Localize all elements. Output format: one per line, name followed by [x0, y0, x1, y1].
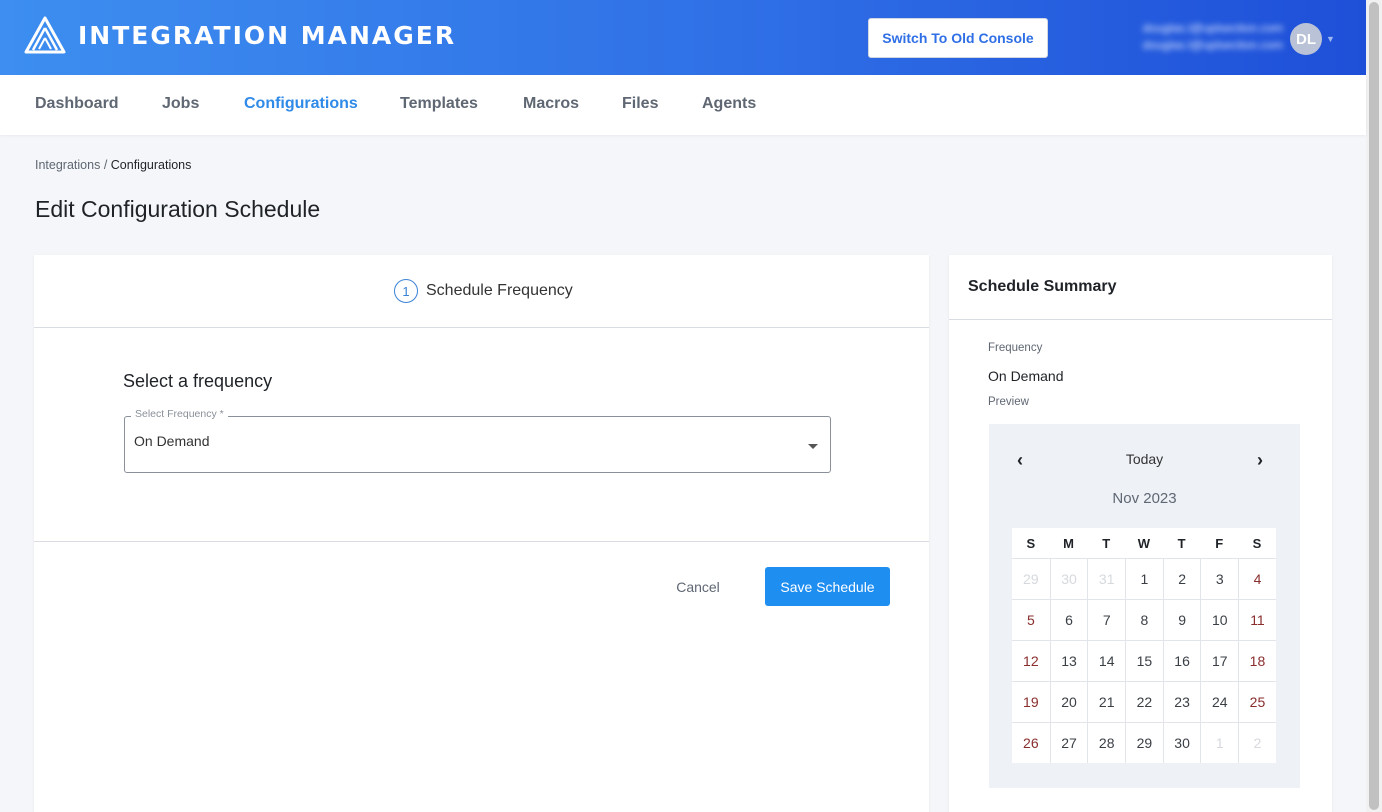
calendar-day[interactable]: 2: [1238, 722, 1276, 763]
schedule-form-card: 1 Schedule Frequency Select a frequency …: [34, 255, 929, 812]
breadcrumb-current: Configurations: [110, 158, 192, 172]
calendar-day[interactable]: 16: [1162, 640, 1201, 681]
calendar-day[interactable]: 7: [1087, 599, 1126, 640]
calendar-day[interactable]: 29: [1012, 558, 1050, 599]
calendar-day[interactable]: 30: [1162, 722, 1201, 763]
calendar-day[interactable]: 6: [1049, 599, 1088, 640]
calendar-day[interactable]: 9: [1162, 599, 1201, 640]
calendar-day[interactable]: 21: [1087, 681, 1126, 722]
save-schedule-button[interactable]: Save Schedule: [765, 567, 890, 606]
calendar-day[interactable]: 20: [1049, 681, 1088, 722]
avatar[interactable]: DL: [1290, 23, 1322, 55]
section-title: Select a frequency: [123, 371, 273, 391]
summary-title: Schedule Summary: [968, 278, 1117, 295]
calendar-day[interactable]: 15: [1125, 640, 1163, 681]
scrollbar-thumb[interactable]: [1369, 2, 1379, 810]
calendar-preview: ‹ Today › Nov 2023 S M T W T F S 29 30 3…: [989, 424, 1300, 788]
breadcrumb: Integrations / Configurations: [35, 158, 191, 172]
step-number: 1: [394, 279, 418, 303]
calendar-grid: S M T W T F S 29 30 31 1 2 3 4 5 6 7 8 9…: [1012, 528, 1276, 763]
breadcrumb-separator: /: [103, 158, 108, 172]
nav-item-macros[interactable]: Macros: [523, 95, 579, 113]
frequency-value: On Demand: [988, 368, 1064, 384]
calendar-day[interactable]: 22: [1125, 681, 1163, 722]
nav-item-dashboard[interactable]: Dashboard: [35, 95, 119, 113]
main-nav: Dashboard Jobs Configurations Templates …: [0, 75, 1366, 135]
calendar-day[interactable]: 25: [1238, 681, 1276, 722]
calendar-day[interactable]: 26: [1012, 722, 1050, 763]
weekday-label: T: [1102, 535, 1111, 551]
calendar-week-row: 5 6 7 8 9 10 11: [1012, 599, 1276, 640]
calendar-day[interactable]: 2: [1162, 558, 1201, 599]
breadcrumb-integrations[interactable]: Integrations: [35, 158, 100, 172]
calendar-day[interactable]: 31: [1087, 558, 1126, 599]
calendar-day[interactable]: 17: [1200, 640, 1239, 681]
weekday-label: S: [1026, 535, 1036, 551]
stepper: 1 Schedule Frequency: [394, 279, 573, 303]
caret-down-icon: [808, 444, 818, 449]
calendar-day[interactable]: 4: [1238, 558, 1276, 599]
preview-label: Preview: [988, 396, 1029, 408]
chevron-right-icon[interactable]: ›: [1257, 450, 1263, 471]
weekday-label: T: [1177, 535, 1186, 551]
user-info: douglas.l@uplsection.com douglas.l@uplse…: [1108, 20, 1283, 54]
frequency-select[interactable]: Select Frequency * On Demand: [124, 408, 831, 473]
frequency-label: Frequency: [988, 342, 1043, 354]
calendar-day[interactable]: 18: [1238, 640, 1276, 681]
cancel-button[interactable]: Cancel: [664, 575, 732, 599]
weekday-label: M: [1063, 535, 1074, 551]
calendar-day[interactable]: 3: [1200, 558, 1239, 599]
weekday-label: W: [1137, 535, 1151, 551]
calendar-day[interactable]: 10: [1200, 599, 1239, 640]
page-title: Edit Configuration Schedule: [35, 196, 321, 222]
calendar-day[interactable]: 24: [1200, 681, 1239, 722]
calendar-week-row: 19 20 21 22 23 24 25: [1012, 681, 1276, 722]
app-logo[interactable]: INTEGRATION MANAGER: [24, 16, 456, 54]
calendar-month-label: Nov 2023: [1112, 490, 1177, 507]
calendar-day[interactable]: 13: [1049, 640, 1088, 681]
nav-item-jobs[interactable]: Jobs: [162, 95, 199, 113]
switch-old-console-button[interactable]: Switch To Old Console: [868, 18, 1048, 58]
schedule-summary-card: Schedule Summary Frequency On Demand Pre…: [949, 255, 1332, 812]
calendar-day[interactable]: 30: [1049, 558, 1088, 599]
app-header: INTEGRATION MANAGER Switch To Old Consol…: [0, 0, 1366, 75]
calendar-day[interactable]: 14: [1087, 640, 1126, 681]
divider: [34, 541, 929, 542]
logo-icon: [24, 16, 66, 54]
calendar-week-row: 26 27 28 29 30 1 2: [1012, 722, 1276, 763]
calendar-weekday-row: S M T W T F S: [1012, 528, 1276, 558]
nav-item-configurations[interactable]: Configurations: [244, 95, 358, 113]
calendar-day[interactable]: 1: [1125, 558, 1163, 599]
app-name: INTEGRATION MANAGER: [78, 20, 457, 50]
calendar-day[interactable]: 29: [1125, 722, 1163, 763]
calendar-day[interactable]: 8: [1125, 599, 1163, 640]
calendar-day[interactable]: 19: [1012, 681, 1050, 722]
divider: [949, 319, 1332, 320]
weekday-label: S: [1252, 535, 1262, 551]
calendar-day[interactable]: 23: [1162, 681, 1201, 722]
chevron-down-icon[interactable]: ▼: [1326, 34, 1335, 44]
calendar-week-row: 12 13 14 15 16 17 18: [1012, 640, 1276, 681]
calendar-day[interactable]: 12: [1012, 640, 1050, 681]
calendar-day[interactable]: 28: [1087, 722, 1126, 763]
frequency-select-label: Select Frequency *: [131, 408, 228, 420]
calendar-day[interactable]: 1: [1200, 722, 1239, 763]
calendar-day[interactable]: 11: [1238, 599, 1276, 640]
weekday-label: F: [1215, 535, 1224, 551]
frequency-select-value: On Demand: [134, 433, 210, 449]
step-label: Schedule Frequency: [426, 282, 573, 299]
user-email: douglas.l@uplsection.com: [1142, 38, 1283, 52]
calendar-today-button[interactable]: Today: [989, 451, 1300, 467]
calendar-day[interactable]: 27: [1049, 722, 1088, 763]
calendar-week-row: 29 30 31 1 2 3 4: [1012, 558, 1276, 599]
nav-item-files[interactable]: Files: [622, 95, 658, 113]
user-name: douglas.l@uplsection.com: [1142, 21, 1283, 35]
nav-item-templates[interactable]: Templates: [400, 95, 478, 113]
calendar-day[interactable]: 5: [1012, 599, 1050, 640]
divider: [34, 327, 929, 328]
nav-item-agents[interactable]: Agents: [702, 95, 756, 113]
